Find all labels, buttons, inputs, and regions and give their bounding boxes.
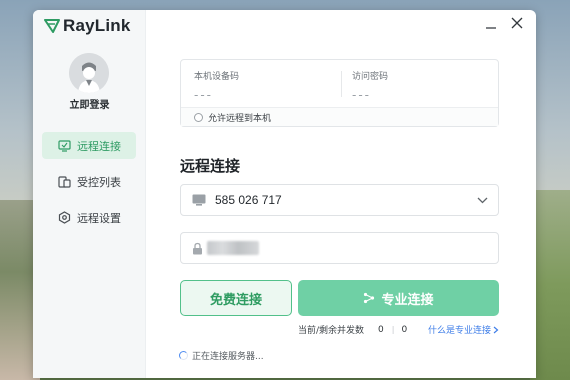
remote-id-input[interactable]: 585 026 717 — [180, 184, 499, 216]
allow-remote-radio[interactable] — [194, 112, 203, 122]
login-link[interactable]: 立即登录 — [33, 96, 146, 111]
concurrency-current: 0 — [378, 324, 384, 335]
device-info-top: 本机设备码 --- 访问密码 --- — [181, 60, 498, 104]
page-title: 远程连接 — [180, 157, 241, 175]
pro-link-label: 什么是专业连接 — [427, 326, 491, 336]
devices-icon — [58, 175, 71, 188]
sidebar-item-label: 远程设置 — [77, 211, 121, 225]
sidebar-item-controlled-list[interactable]: 受控列表 — [42, 168, 136, 195]
app-window: RayLink 立即登录 远程连接 受控列表 远程设置 本机设备码 --- 访问… — [33, 10, 536, 378]
minimize-icon — [486, 27, 496, 29]
password-input[interactable] — [180, 232, 499, 264]
close-button[interactable] — [510, 16, 524, 30]
concurrency-remaining: 0 — [401, 324, 408, 335]
avatar[interactable] — [69, 53, 109, 93]
access-password-label: 访问密码 — [352, 72, 389, 82]
app-name: RayLink — [63, 16, 131, 35]
allow-remote-row[interactable]: 允许远程到本机 — [181, 107, 498, 126]
access-password-value: --- — [352, 88, 371, 102]
minimize-button[interactable] — [484, 16, 498, 30]
raylink-logo-icon — [44, 19, 60, 33]
monitor-icon — [58, 139, 71, 152]
device-code-value: --- — [194, 88, 213, 102]
sidebar-item-remote-settings[interactable]: 远程设置 — [42, 204, 136, 231]
access-password-block: 访问密码 --- — [352, 69, 388, 102]
branch-icon — [364, 292, 375, 304]
sidebar-item-label: 受控列表 — [77, 175, 121, 189]
chevron-right-icon — [493, 326, 499, 333]
allow-remote-label: 允许远程到本机 — [208, 113, 272, 124]
what-is-pro-link[interactable]: 什么是专业连接 — [428, 323, 499, 336]
background-right — [530, 190, 570, 380]
pro-connect-button[interactable]: 专业连接 — [298, 280, 499, 316]
device-info-card: 本机设备码 --- 访问密码 --- 允许远程到本机 — [180, 59, 499, 127]
sidebar: RayLink 立即登录 远程连接 受控列表 远程设置 — [33, 10, 146, 378]
close-icon — [511, 17, 523, 29]
device-code-block: 本机设备码 --- — [194, 69, 239, 102]
sidebar-item-remote-connect[interactable]: 远程连接 — [42, 132, 136, 159]
device-code-label: 本机设备码 — [194, 72, 240, 82]
remote-id-value: 585 026 717 — [215, 193, 282, 207]
connection-status: 正在连接服务器... — [179, 349, 264, 362]
user-avatar-icon — [69, 53, 109, 93]
concurrency-separator: | — [391, 325, 395, 334]
pro-connect-label: 专业连接 — [381, 292, 434, 308]
sidebar-nav: 远程连接 受控列表 远程设置 — [42, 132, 136, 240]
app-logo: RayLink — [44, 16, 131, 36]
main-panel: 本机设备码 --- 访问密码 --- 允许远程到本机 远程连接 585 026 … — [146, 10, 536, 378]
concurrency-row: 当前/剩余并发数 0 | 0 什么是专业连接 — [298, 323, 499, 336]
sidebar-item-label: 远程连接 — [77, 139, 121, 153]
window-controls — [484, 16, 524, 30]
divider — [341, 71, 342, 97]
monitor-icon — [192, 194, 206, 206]
free-connect-button[interactable]: 免费连接 — [180, 280, 292, 316]
status-text: 正在连接服务器... — [192, 352, 264, 362]
hexagon-gear-icon — [58, 211, 71, 224]
lock-icon — [193, 242, 202, 254]
loading-spinner-icon — [179, 351, 188, 360]
concurrency-label: 当前/剩余并发数 — [298, 326, 365, 336]
chevron-down-icon[interactable] — [477, 196, 488, 205]
password-masked-value — [207, 241, 259, 255]
